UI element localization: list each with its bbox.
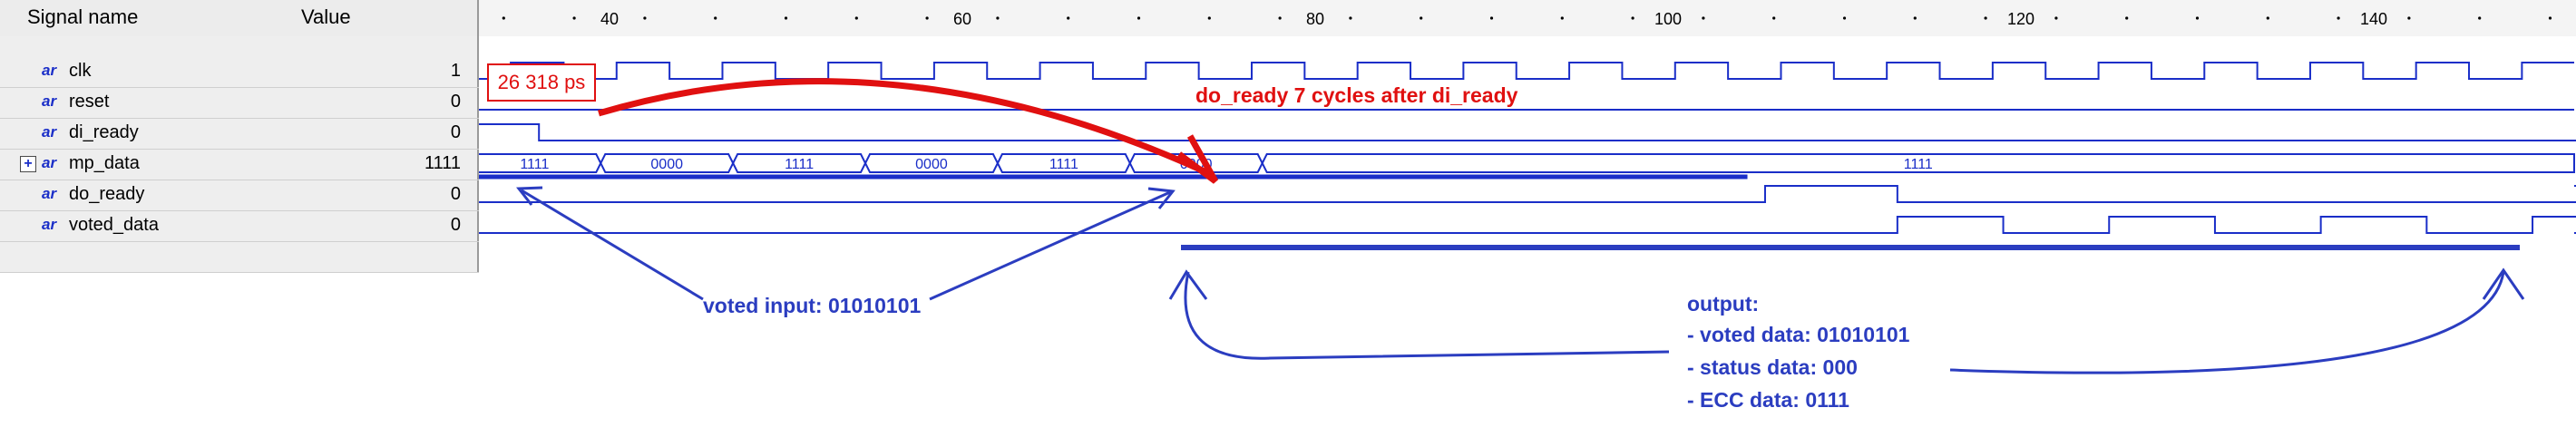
ruler-dot xyxy=(502,16,505,20)
ruler-dot xyxy=(1702,16,1705,20)
value-header-label: Value xyxy=(301,5,351,28)
signal-name: di_ready xyxy=(69,122,139,142)
ruler-dot xyxy=(1984,16,1987,20)
di-ready-wave xyxy=(298,123,2576,141)
ruler-tick-label: 40 xyxy=(600,10,619,28)
signal-value: 0 xyxy=(450,215,461,235)
ruler-dot xyxy=(1420,16,1423,20)
red-annotation: do_ready 7 cycles after di_ready xyxy=(1195,83,1518,107)
ruler-dot xyxy=(2407,16,2411,20)
signal-row[interactable]: ar do_ready 0 xyxy=(0,180,477,210)
ruler-dot xyxy=(1349,16,1352,20)
ruler-dot xyxy=(2266,16,2269,20)
ruler-dot xyxy=(2195,16,2200,20)
signal-row[interactable]: ar clk 1 xyxy=(0,56,477,87)
mp-data-value-label: 1111 xyxy=(520,157,549,172)
mp-data-value-label: 1111 xyxy=(785,157,814,172)
cursor-time-label[interactable]: 26 318 ps xyxy=(487,63,596,102)
mp-data-value-label: 0000 xyxy=(650,157,683,172)
ruler-dot xyxy=(2337,16,2340,20)
signal-name: mp_data xyxy=(69,153,140,173)
waveform-area[interactable]: 111100001111000011110000111100001111 xyxy=(298,36,2576,272)
mp-data-value-label: 1111 xyxy=(1904,157,1933,172)
signal-name: clk xyxy=(69,61,92,81)
ruler-tick-label: 100 xyxy=(1654,10,1682,28)
output-line-voted: - voted data: 01010101 xyxy=(1687,323,1910,346)
signal-value: 0 xyxy=(450,122,461,142)
signal-type-icon: ar xyxy=(42,92,57,110)
signal-name: do_ready xyxy=(69,184,145,204)
ruler-dot xyxy=(2125,16,2129,20)
ruler-dot xyxy=(1278,16,1282,20)
signal-type-icon: ar xyxy=(42,123,57,141)
ruler-dot xyxy=(1631,16,1634,20)
signal-row[interactable]: ar reset 0 xyxy=(0,87,477,118)
ruler-dot xyxy=(1842,16,1847,20)
ruler-dot xyxy=(2548,16,2552,20)
ruler-dot xyxy=(1560,16,1564,20)
signal-name-header[interactable]: Signal name xyxy=(0,0,294,38)
ruler-dot xyxy=(1913,16,1917,20)
ruler-tick-label: 140 xyxy=(2360,10,2387,28)
signal-value: 0 xyxy=(450,184,461,204)
output-line-ecc: - ECC data: 0111 xyxy=(1687,388,1849,412)
signal-type-icon: ar xyxy=(42,154,57,171)
output-curve-head-right xyxy=(2482,267,2525,300)
signal-type-icon: ar xyxy=(42,62,57,79)
mp-data-value-label: 0000 xyxy=(915,157,948,172)
signal-name-header-label: Signal name xyxy=(27,5,139,28)
time-ruler-ticks: 406080100120140160180200220240260 xyxy=(502,10,2552,28)
output-curve-head-left xyxy=(1168,269,1208,300)
mp-data-value-label: 1111 xyxy=(1049,157,1078,172)
ruler-dot xyxy=(2054,16,2058,20)
ruler-dot xyxy=(854,16,858,20)
ruler-tick-label: 80 xyxy=(1306,10,1324,28)
voted-input-annotation: voted input: 01010101 xyxy=(703,294,922,317)
output-title: output: xyxy=(1687,292,1760,316)
signal-type-icon: ar xyxy=(42,185,57,202)
signal-row[interactable]: ar voted_data 0 xyxy=(0,210,477,241)
ruler-dot xyxy=(572,16,576,20)
signal-value: 1 xyxy=(450,61,461,81)
signal-name: reset xyxy=(69,92,110,112)
do-ready-wave xyxy=(298,185,2576,203)
value-header[interactable]: Value xyxy=(292,0,479,38)
signal-type-icon: ar xyxy=(42,216,57,233)
signal-value: 0 xyxy=(450,92,461,112)
output-curve-arrow xyxy=(1184,271,1670,360)
ruler-dot xyxy=(2478,16,2482,20)
signal-row[interactable]: + ar mp_data 1111 xyxy=(0,149,477,180)
voted-data-wave xyxy=(298,216,2576,234)
ruler-dot xyxy=(714,16,717,20)
ruler-dot xyxy=(925,16,929,20)
output-curve-right xyxy=(1949,271,2505,374)
mp-data-value-label: 0000 xyxy=(1180,157,1213,172)
ruler-tick-label: 120 xyxy=(2007,10,2034,28)
ruler-dot xyxy=(643,16,647,20)
ruler-dot xyxy=(1067,16,1070,20)
row-divider xyxy=(0,272,479,273)
clk-wave xyxy=(298,62,2574,80)
signal-name: voted_data xyxy=(69,215,159,235)
time-ruler[interactable]: 406080100120140160180200220240260 xyxy=(479,0,2576,38)
signal-row[interactable]: ar di_ready 0 xyxy=(0,118,477,149)
ruler-dot xyxy=(1207,16,1211,20)
expand-icon[interactable]: + xyxy=(20,156,36,172)
row-divider xyxy=(0,241,479,242)
ruler-tick-label: 60 xyxy=(953,10,971,28)
waveform-traces: 111100001111000011110000111100001111 xyxy=(298,36,2576,272)
waveform-window: Signal name Value 4060801001201401601802… xyxy=(0,0,2576,273)
ruler-dot xyxy=(996,16,1000,20)
output-line-status: - status data: 000 xyxy=(1687,355,1858,379)
ruler-dot xyxy=(784,16,788,20)
signal-value: 1111 xyxy=(424,153,461,173)
ruler-dot xyxy=(1772,16,1776,20)
ruler-dot xyxy=(1489,16,1494,20)
ruler-dot xyxy=(1137,16,1141,20)
